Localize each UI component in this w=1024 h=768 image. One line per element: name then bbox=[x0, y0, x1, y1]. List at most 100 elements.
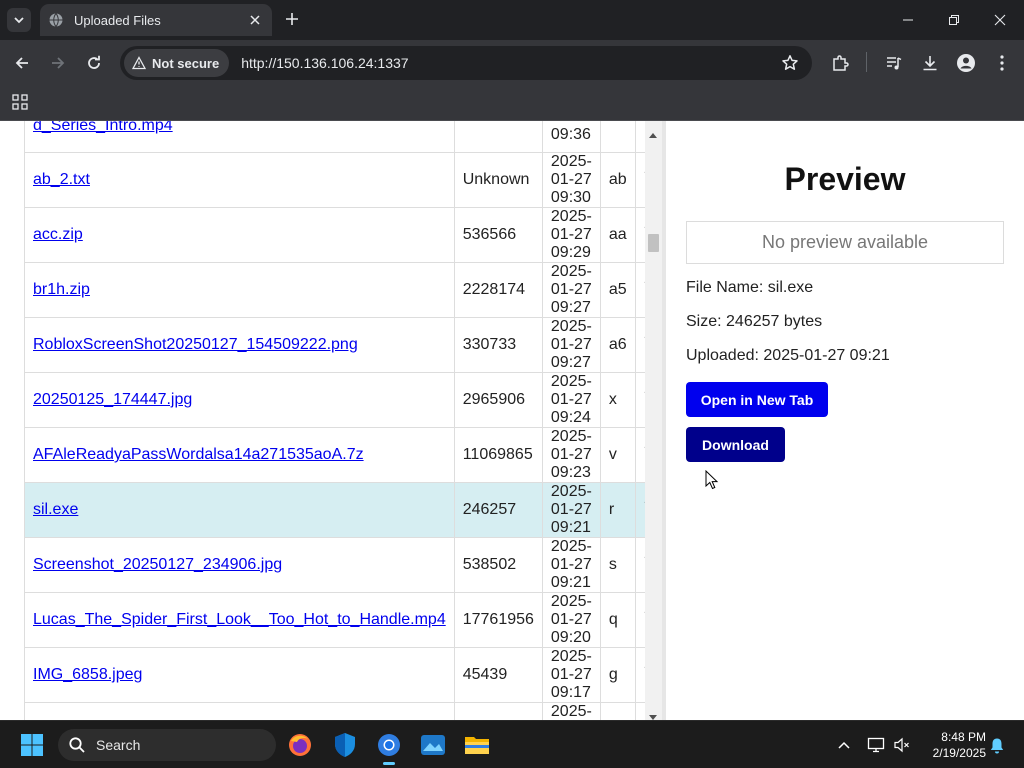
close-window-button[interactable] bbox=[978, 4, 1022, 36]
file-tag-cell-text: r bbox=[608, 501, 615, 518]
show-hidden-icons-button[interactable] bbox=[834, 735, 854, 755]
windows-start-icon[interactable] bbox=[20, 733, 44, 757]
bookmark-star-icon[interactable] bbox=[778, 51, 802, 75]
file-name-cell[interactable]: ab_2.txt bbox=[24, 152, 455, 208]
table-row[interactable]: acc.zip5365662025-01-27 09:29aa119 bbox=[24, 207, 662, 263]
upload-date-cell: 2025-01-27 09:27 bbox=[541, 317, 601, 373]
extensions-button[interactable] bbox=[828, 51, 852, 75]
vertical-scrollbar[interactable] bbox=[645, 121, 662, 720]
reload-button[interactable] bbox=[82, 51, 106, 75]
back-button[interactable] bbox=[10, 51, 34, 75]
file-size-cell-text: 2228174 bbox=[462, 281, 526, 298]
upload-date-cell: 2025-01-27 09:24 bbox=[541, 372, 601, 428]
file-name-cell[interactable]: acc.zip bbox=[24, 207, 455, 263]
media-controls-button[interactable] bbox=[882, 51, 906, 75]
tab-search-button[interactable] bbox=[7, 8, 31, 32]
chrome-app[interactable] bbox=[373, 729, 405, 765]
search-icon bbox=[69, 737, 85, 753]
file-explorer-app[interactable] bbox=[461, 729, 493, 761]
system-clock[interactable]: 8:48 PM 2/19/2025 bbox=[920, 729, 986, 761]
file-link[interactable]: sil.exe bbox=[33, 501, 78, 518]
chevron-down-icon bbox=[14, 17, 24, 24]
file-link[interactable]: ab_2.txt bbox=[33, 171, 90, 188]
file-name-cell[interactable]: AFAleReadyaPassWordalsa14a271535aoA.7z bbox=[24, 427, 455, 483]
file-link[interactable]: Screenshot_20250127_234906.jpg bbox=[33, 556, 282, 573]
table-row[interactable]: AFAleReadyaPassWordalsa14a271535aoA.7z 11… bbox=[24, 427, 662, 483]
site-info-button[interactable]: Not secure bbox=[124, 49, 230, 77]
scroll-up-icon[interactable] bbox=[649, 133, 657, 138]
upload-date-cell: 2025-01-27 09:21 bbox=[541, 537, 601, 593]
apps-grid-icon[interactable] bbox=[11, 93, 29, 111]
file-tag-cell-text: g bbox=[608, 666, 618, 683]
file-link[interactable]: IMG_6858.jpeg bbox=[33, 666, 142, 683]
file-size-cell: 17761956 bbox=[453, 592, 543, 648]
file-name-text: File Name: sil.exe bbox=[686, 279, 814, 296]
url-text[interactable]: http://150.136.106.24:1337 bbox=[241, 55, 778, 71]
file-link[interactable]: 20250125_174447.jpg bbox=[33, 391, 192, 408]
table-row[interactable]: Lucas_The_Spider_First_Look__Too_Hot_to_… bbox=[24, 592, 662, 648]
table-row[interactable]: ab_2.txtUnknown2025-01-27 09:30ab119 bbox=[24, 152, 662, 208]
file-size-cell-text: 17761956 bbox=[462, 611, 534, 628]
table-row[interactable]: d_Series_Intro.mp4 27 09:36 bbox=[24, 121, 662, 153]
file-name-cell[interactable]: 20250125_174447.jpg bbox=[24, 372, 455, 428]
download-button[interactable]: Download bbox=[686, 427, 785, 462]
network-status[interactable] bbox=[866, 735, 886, 755]
file-name-cell[interactable]: IMG_6858.jpeg bbox=[24, 647, 455, 703]
downloads-button[interactable] bbox=[918, 51, 942, 75]
table-row[interactable]: Screenshot_20250127_234906.jpg 538502 2025… bbox=[24, 537, 662, 593]
windows-security-app[interactable] bbox=[329, 729, 361, 761]
firefox-app[interactable] bbox=[284, 729, 316, 761]
file-name-cell[interactable]: d_Series_Intro.mp4 bbox=[24, 121, 455, 153]
open-in-new-tab-button[interactable]: Open in New Tab bbox=[686, 382, 828, 417]
file-tag-cell: g bbox=[599, 647, 636, 703]
photos-app[interactable] bbox=[417, 729, 449, 761]
chevron-up-icon bbox=[838, 741, 850, 749]
file-name-cell[interactable]: ModConfigs.zip bbox=[24, 702, 455, 720]
table-row[interactable]: sil.exe2462572025-01-27 09:21r119 bbox=[24, 482, 662, 538]
table-row[interactable]: br1h.zip22281742025-01-27 09:27a5115 bbox=[24, 262, 662, 318]
upload-date-cell: 2025-01-27 09:20 bbox=[541, 592, 601, 648]
notifications-button[interactable] bbox=[987, 735, 1007, 755]
upload-date-cell-text: 2025-01-27 09:24 bbox=[550, 373, 592, 426]
file-name-cell[interactable]: br1h.zip bbox=[24, 262, 455, 318]
new-tab-button[interactable] bbox=[282, 9, 302, 29]
close-tab-icon[interactable] bbox=[246, 11, 264, 29]
file-link[interactable]: Lucas_The_Spider_First_Look__Too_Hot_to_… bbox=[33, 611, 446, 628]
file-size-cell: 2965906 bbox=[453, 372, 543, 428]
file-link[interactable]: d_Series_Intro.mp4 bbox=[33, 121, 173, 134]
profile-button[interactable] bbox=[954, 51, 978, 75]
tab-uploaded-files[interactable]: Uploaded Files bbox=[40, 4, 272, 36]
file-link[interactable]: RobloxScreenShot20250127_154509222.png bbox=[33, 336, 358, 353]
table-row[interactable]: ModConfigs.zip39092025-01-27 09:16f119 bbox=[24, 702, 662, 720]
volume-status[interactable] bbox=[892, 735, 912, 755]
file-size-cell-text: 330733 bbox=[462, 336, 517, 353]
file-tag-cell-text: a5 bbox=[608, 281, 627, 298]
forward-button[interactable] bbox=[46, 51, 70, 75]
file-link[interactable]: AFAleReadyaPassWordalsa14a271535aoA.7z bbox=[33, 446, 364, 463]
file-link[interactable]: br1h.zip bbox=[33, 281, 90, 298]
firefox-icon bbox=[289, 734, 311, 756]
chrome-menu-button[interactable] bbox=[990, 51, 1014, 75]
file-link[interactable]: acc.zip bbox=[33, 226, 83, 243]
file-name-cell[interactable]: Screenshot_20250127_234906.jpg bbox=[24, 537, 455, 593]
upload-date-cell: 2025-01-27 09:16 bbox=[541, 702, 601, 720]
address-bar[interactable]: Not secure http://150.136.106.24:1337 bbox=[120, 46, 812, 80]
table-row[interactable]: IMG_6858.jpeg454392025-01-27 09:17g119 bbox=[24, 647, 662, 703]
file-name-cell[interactable]: Lucas_The_Spider_First_Look__Too_Hot_to_… bbox=[24, 592, 455, 648]
minimize-button[interactable] bbox=[886, 4, 930, 36]
file-size-cell: 3909 bbox=[453, 702, 543, 720]
file-name-cell[interactable]: sil.exe bbox=[24, 482, 455, 538]
warning-icon bbox=[132, 56, 146, 70]
table-row[interactable]: 20250125_174447.jpg 2965906 2025-01-27 09:… bbox=[24, 372, 662, 428]
avatar-icon bbox=[957, 54, 975, 72]
restore-button[interactable] bbox=[932, 4, 976, 36]
file-name-cell[interactable]: RobloxScreenShot20250127_154509222.png bbox=[24, 317, 455, 373]
table-row[interactable]: RobloxScreenShot20250127_154509222.png 33… bbox=[24, 317, 662, 373]
reload-icon bbox=[88, 55, 100, 69]
scrollbar-thumb[interactable] bbox=[648, 234, 659, 252]
taskbar-search-box[interactable]: Search bbox=[58, 729, 276, 761]
folder-icon bbox=[465, 737, 489, 754]
file-size-cell: 538502 bbox=[453, 537, 543, 593]
file-size-cell-text: 246257 bbox=[462, 501, 517, 518]
file-tag-cell: a6 bbox=[599, 317, 636, 373]
